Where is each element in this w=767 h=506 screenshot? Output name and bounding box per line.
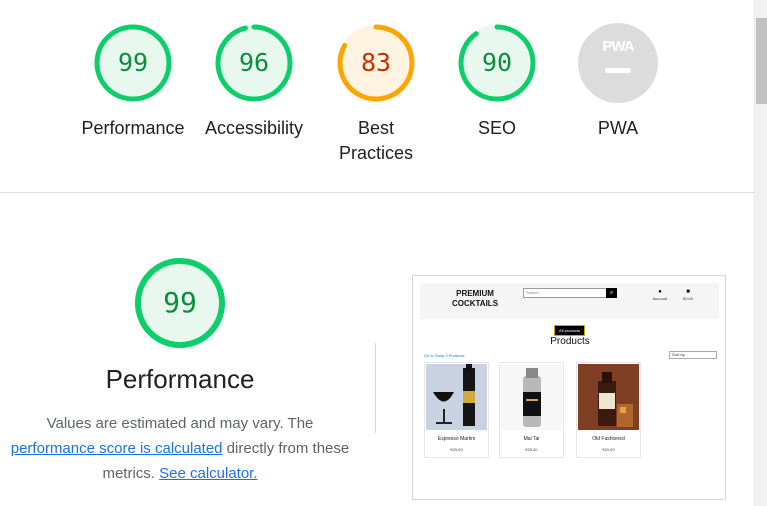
accessibility-gauge: 96 [214,23,294,103]
preview-account-label: Account [652,296,668,301]
preview-product-price: €20.00 [602,447,615,452]
summary-seo[interactable]: 90 SEO [437,23,557,141]
summary-pwa[interactable]: PWA PWA [558,23,678,141]
preview-product-name: Mai Tai [523,436,540,442]
preview-breadcrumb: Go to Shop 3 Products [424,353,465,358]
performance-label: Performance [81,118,185,138]
preview-bag-label: €0.00 [682,296,693,301]
preview-product-card: Mai Tai €25.00 [499,362,564,458]
performance-large-gauge: 99 [134,257,226,349]
user-icon: ● [658,289,662,295]
description-prefix: Values are estimated and may vary. The [46,415,314,432]
best-practices-label: Best Practices [338,118,414,163]
preview-product-name: Espresso Martini [437,436,476,442]
seo-gauge: 90 [457,23,537,103]
espresso-martini-illustration [426,364,487,430]
accessibility-score: 96 [238,48,270,77]
old-fashioned-image [578,364,639,430]
performance-score-link[interactable]: performance score is calculated [11,440,223,457]
vertical-divider [375,343,376,433]
summary-accessibility[interactable]: 96 Accessibility [194,23,314,141]
see-calculator-link[interactable]: See calculator. [159,465,257,482]
vertical-scrollbar[interactable] [754,0,767,506]
preview-products-title: Products [550,336,590,347]
performance-gauge: 99 [93,23,173,103]
performance-score: 99 [117,48,149,77]
pwa-dash-icon [605,68,631,73]
lighthouse-report-page: 99 Performance 96 Accessibility 83 Best … [0,0,767,506]
performance-section: 99 Performance Values are estimated and … [0,193,754,506]
best-practices-score: 83 [360,48,392,77]
mai-tai-illustration [501,364,562,430]
scrollbar-thumb[interactable] [756,18,767,104]
preview-account: ● Account [647,289,673,301]
preview-all-products-badge: All products [554,325,585,336]
mai-tai-image [501,364,562,430]
preview-brand: PREMIUM COCKTAILS [451,289,499,308]
pwa-gauge: PWA [578,23,658,103]
preview-product-card: Espresso Martini €25.00 [424,362,489,458]
preview-product-price: €25.00 [450,447,463,452]
page-screenshot-preview: PREMIUM COCKTAILS Search ⌕ ● Account ■ €… [412,275,726,500]
pwa-badge: PWA [578,23,658,103]
preview-product-price: €25.00 [525,447,538,452]
lock-icon: ■ [686,289,690,295]
seo-score: 90 [481,48,513,77]
summary-performance[interactable]: 99 Performance [73,23,193,141]
pwa-label: PWA [597,118,639,138]
best-practices-gauge: 83 [336,23,416,103]
preview-sort-select: Sort by... [669,351,717,359]
performance-large-score: 99 [163,286,197,319]
preview-product-name: Old Fashioned [592,436,625,442]
pwa-logo-text: PWA [602,38,634,55]
summary-best-practices[interactable]: 83 Best Practices [316,23,436,166]
preview-search-input: Search [523,288,617,298]
preview-search-icon: ⌕ [606,288,617,298]
seo-label: SEO [477,118,516,138]
preview-bag: ■ €0.00 [675,289,701,301]
old-fashioned-illustration [578,364,639,430]
espresso-martini-image [426,364,487,430]
performance-title: Performance [105,364,255,394]
summary-scores: 99 Performance 96 Accessibility 83 Best … [0,0,754,192]
preview-product-card: Old Fashioned €20.00 [576,362,641,458]
performance-description: Values are estimated and may vary. The p… [8,411,352,486]
preview-header: PREMIUM COCKTAILS Search ⌕ ● Account ■ €… [420,283,719,319]
accessibility-label: Accessibility [204,118,304,138]
